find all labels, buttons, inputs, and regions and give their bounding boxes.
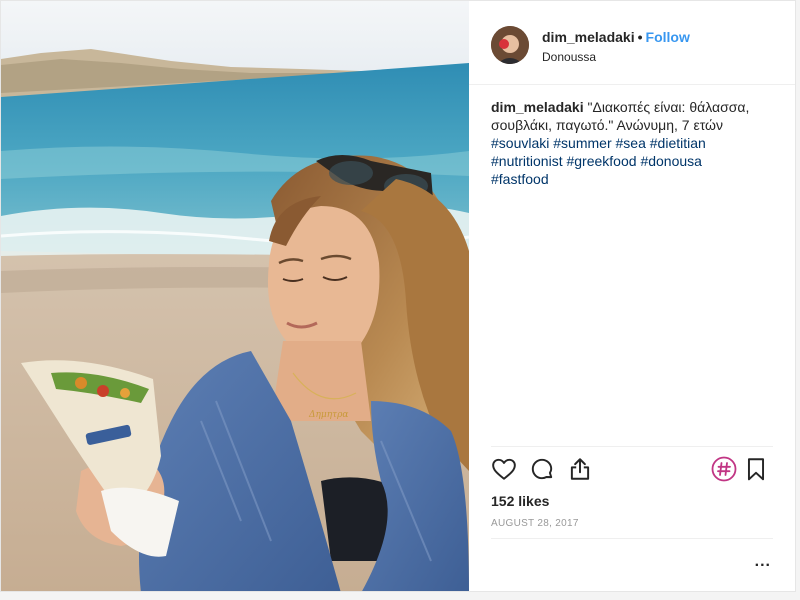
separator-dot: • [637,29,643,45]
hashtag-link[interactable]: #donousa [640,153,702,169]
hashtag-link[interactable]: #greekfood [566,153,636,169]
post-sidebar: dim_meladaki • Follow Donoussa dim_meladak… [469,1,795,591]
hashtag-link[interactable]: #fastfood [491,171,549,187]
caption-username[interactable]: dim_meladaki [491,99,584,115]
save-button[interactable] [743,456,771,484]
bookmark-icon [747,458,765,481]
likes-count[interactable]: 152 likes [491,493,549,509]
like-button[interactable] [491,456,519,484]
caption: dim_meladaki "Διακοπές είναι: θάλασσα, σ… [491,98,761,188]
comment-divider [491,538,773,539]
username-link[interactable]: dim_meladaki [542,29,635,45]
actions-divider [491,446,773,447]
share-button[interactable] [567,456,595,484]
hashtag-link[interactable]: #sea [616,135,646,151]
hashtag-link[interactable]: #souvlaki [491,135,549,151]
username-line: dim_meladaki • Follow [542,29,690,45]
header-divider [469,84,795,85]
comment-button[interactable] [529,456,557,484]
follow-button[interactable]: Follow [646,29,690,45]
share-icon [570,458,590,480]
avatar-image [491,26,529,64]
instagram-post: Δημητρα dim_meladaki • Follow Donoussa d… [0,0,796,592]
post-header: dim_meladaki • Follow Donoussa [491,26,775,68]
hashtag-icon [711,456,737,482]
hashtag-button[interactable] [711,456,739,484]
heart-icon [492,458,516,480]
location-link[interactable]: Donoussa [542,50,596,64]
post-photo[interactable]: Δημητρα [1,1,469,591]
beach-photo: Δημητρα [1,1,469,591]
hashtag-link[interactable]: #summer [553,135,611,151]
avatar[interactable] [491,26,529,64]
more-options-button[interactable]: ... [755,553,771,571]
post-date[interactable]: AUGUST 28, 2017 [491,518,579,529]
necklace-text: Δημητρα [308,410,348,420]
hashtag-link[interactable]: #nutritionist [491,153,563,169]
action-bar [491,456,773,484]
hashtag-link[interactable]: #dietitian [650,135,706,151]
comment-icon [531,458,553,480]
